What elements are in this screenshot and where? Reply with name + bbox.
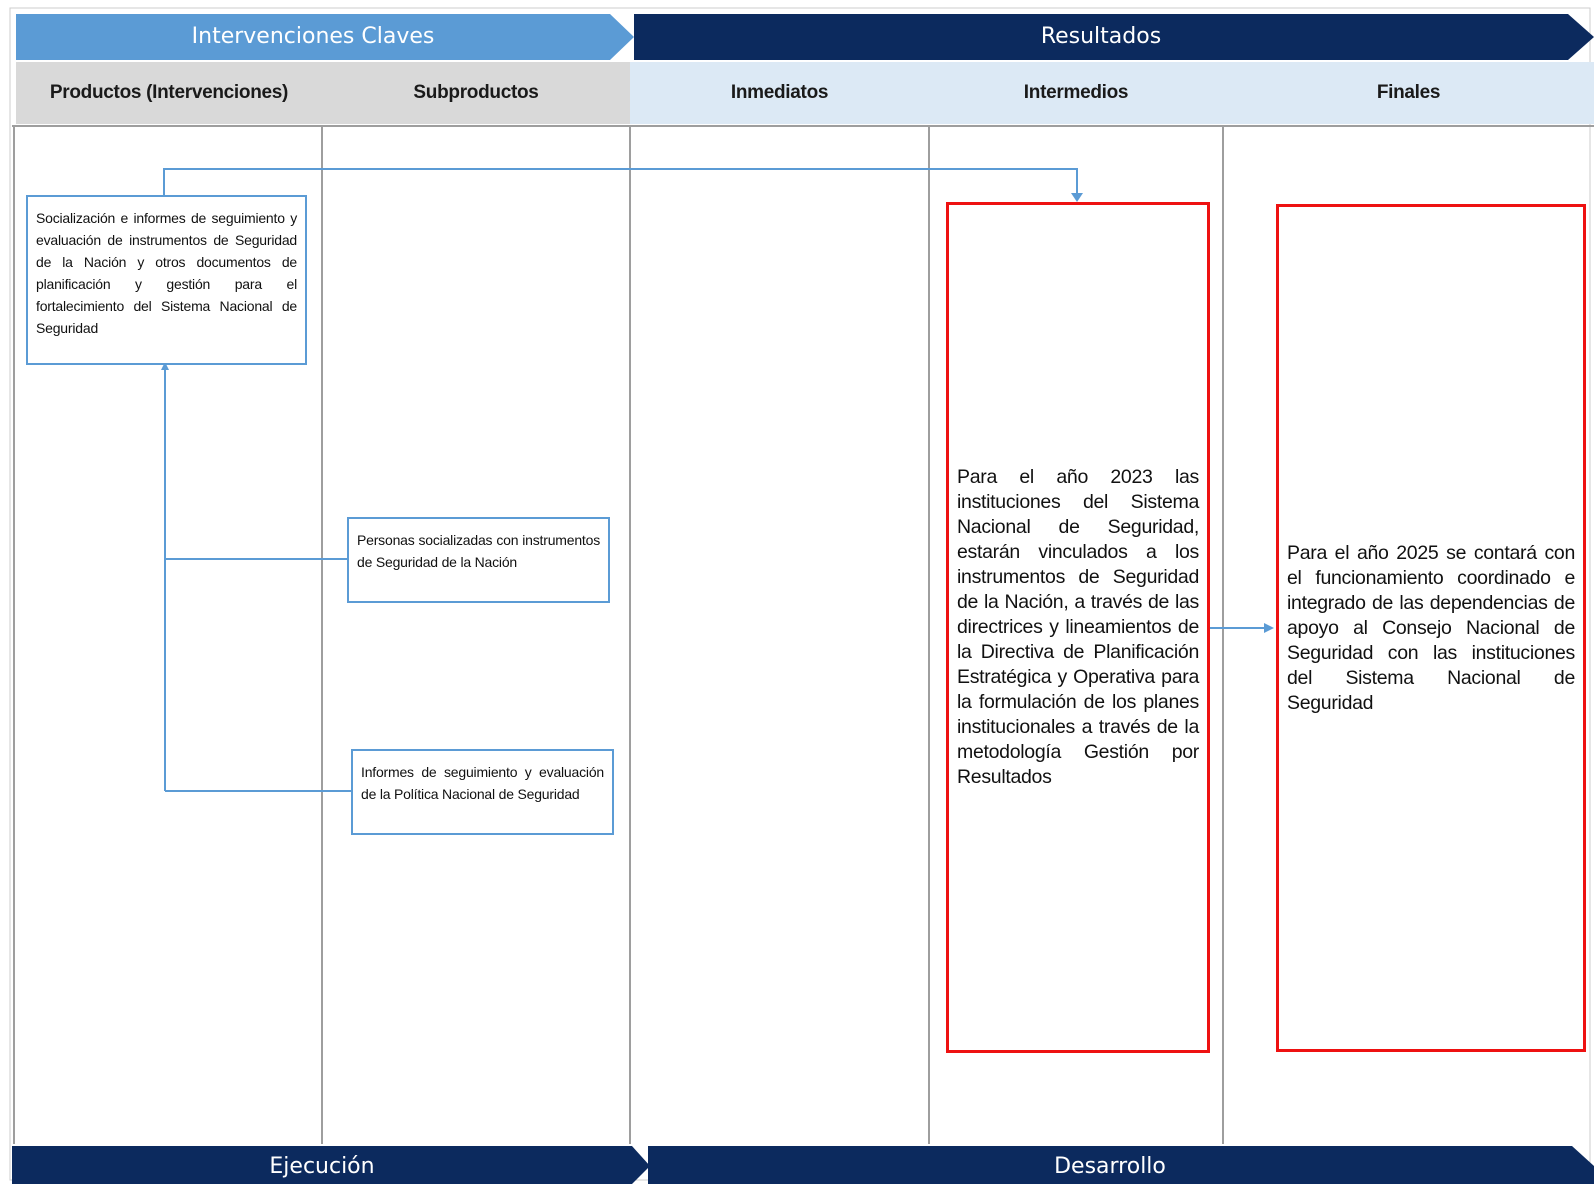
footer-ejecucion: Ejecución — [269, 1154, 375, 1179]
intermedio-result-text: Para el año 2023 las instituciones del S… — [957, 466, 1199, 788]
subproducto-box-informes: Informes de seguimiento y evaluación de … — [351, 749, 614, 835]
final-result-text: Para el año 2025 se contará con el funci… — [1287, 541, 1575, 714]
column-header-subproductos: Subproductos — [413, 82, 539, 103]
arrowhead-right-final — [1264, 623, 1274, 633]
subproducto-box-personas: Personas socializadas con instrumentos d… — [347, 517, 610, 603]
header-resultados: Resultados — [1040, 24, 1162, 49]
connector-producto-to-intermedio — [163, 168, 1078, 197]
arrowhead-down-intermedio — [1071, 193, 1083, 202]
final-result-box: Para el año 2025 se contará con el funci… — [1276, 204, 1586, 1052]
column-header-inmediatos: Inmediatos — [730, 82, 829, 103]
column-header-productos: Productos (Intervenciones) — [49, 82, 289, 103]
header-intervenciones-claves: Intervenciones Claves — [191, 24, 435, 49]
column-header-intermedios: Intermedios — [1023, 82, 1129, 103]
column-header-finales: Finales — [1376, 82, 1441, 103]
footer-desarrollo: Desarrollo — [1054, 1154, 1166, 1179]
producto-box: Socialización e informes de seguimiento … — [26, 195, 307, 365]
intermedio-result-box: Para el año 2023 las instituciones del S… — [946, 202, 1210, 1053]
